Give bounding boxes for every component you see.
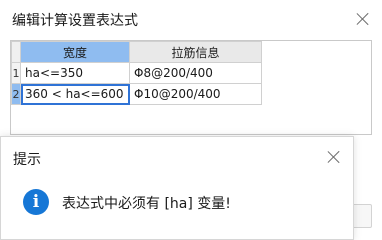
row-number[interactable]: 1	[11, 62, 21, 84]
column-header-tie-info[interactable]: 拉筋信息	[129, 41, 262, 63]
alert-title: 提示	[13, 152, 41, 168]
width-cell[interactable]: ha<=350	[20, 62, 130, 84]
table-header-row: 宽度 拉筋信息	[11, 41, 262, 63]
close-icon[interactable]	[356, 12, 370, 26]
tie-info-cell[interactable]: Φ10@200/400	[129, 83, 262, 105]
dialog-title: 编辑计算设置表达式	[12, 13, 138, 29]
alert-message: 表达式中必须有 [ha] 变量!	[62, 196, 231, 212]
table-row: 1 ha<=350 Φ8@200/400	[11, 62, 262, 84]
alert-dialog: 提示 i 表达式中必须有 [ha] 变量!	[0, 136, 354, 240]
column-header-width[interactable]: 宽度	[20, 41, 130, 63]
width-cell-active[interactable]: 360 < ha<=600	[20, 83, 130, 105]
table-row: 2 360 < ha<=600 Φ10@200/400	[11, 83, 262, 105]
tie-info-cell[interactable]: Φ8@200/400	[129, 62, 262, 84]
info-icon: i	[23, 189, 49, 215]
close-icon[interactable]	[327, 150, 341, 164]
table-corner	[11, 41, 21, 63]
row-number[interactable]: 2	[11, 83, 21, 105]
expression-table: 宽度 拉筋信息 1 ha<=350 Φ8@200/400 2 360 < ha<…	[10, 40, 372, 135]
